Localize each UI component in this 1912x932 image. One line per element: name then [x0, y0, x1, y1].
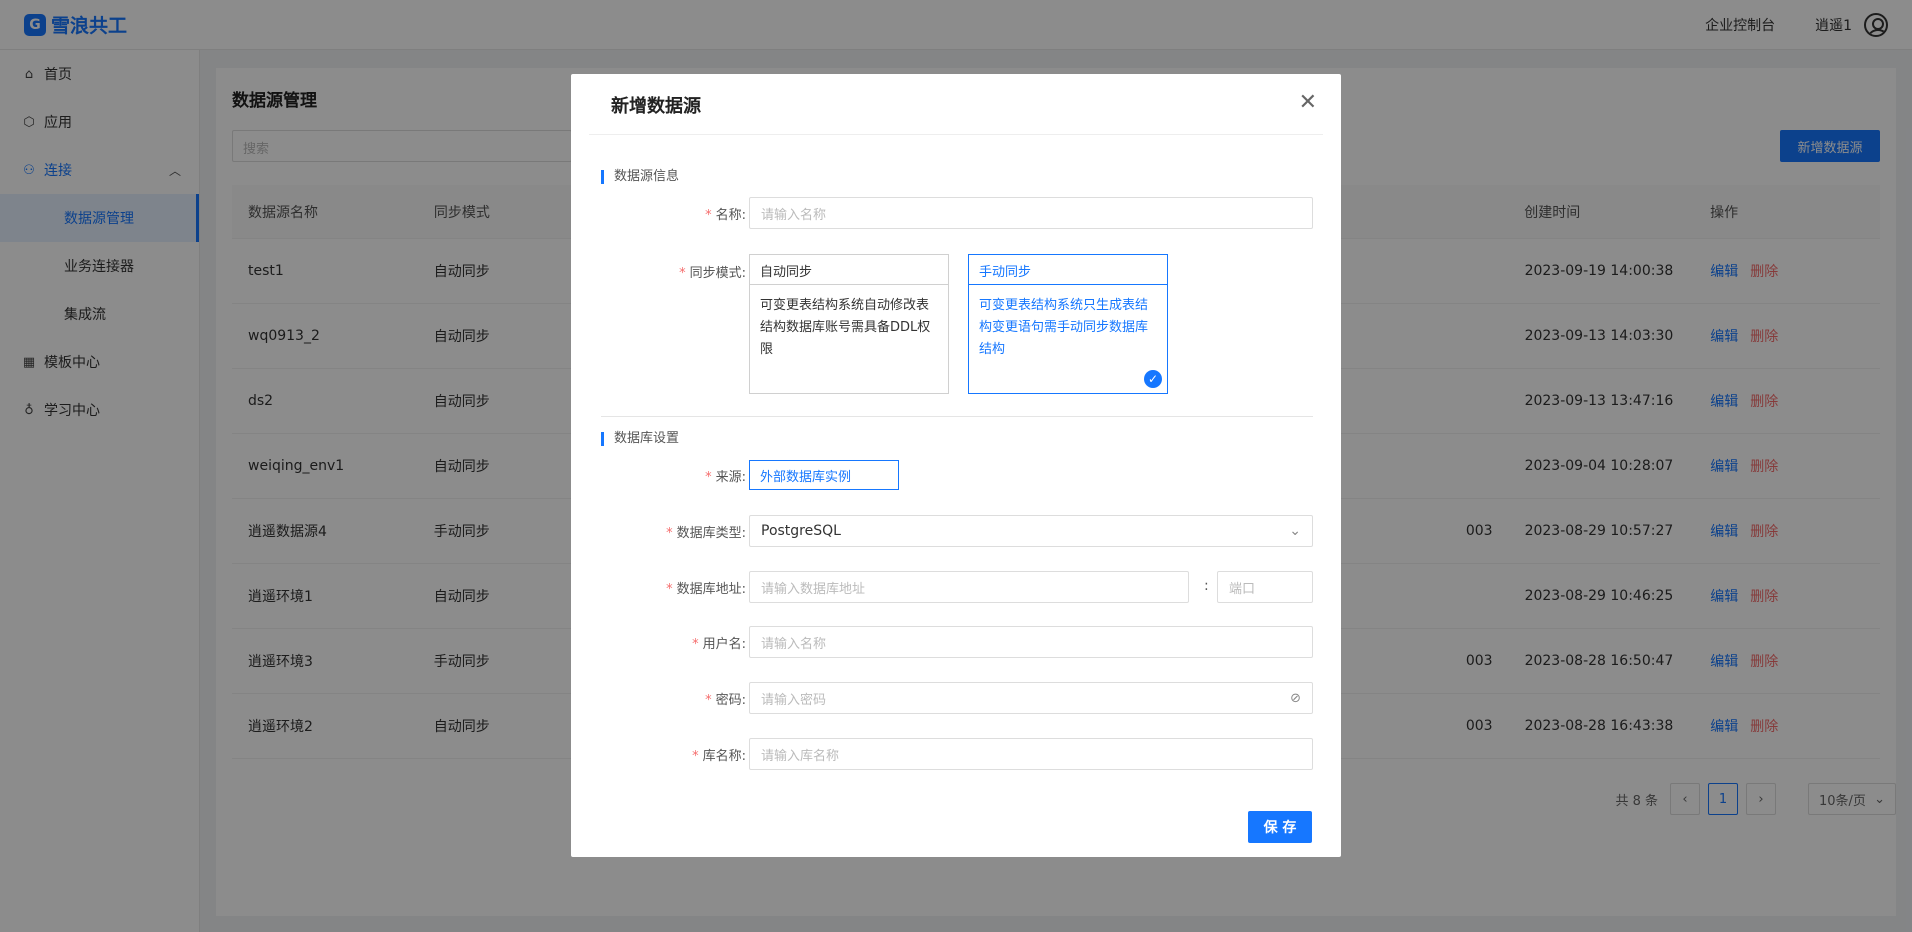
eye-off-icon[interactable]: ⊘ [1290, 691, 1301, 706]
name-label: * 名称: [705, 208, 746, 223]
auto-sync-desc: 可变更表结构系统自动修改表结构数据库账号需具备DDL权限 [760, 298, 931, 357]
auto-sync-title: 自动同步 [750, 255, 948, 285]
username-label: * 用户名: [692, 637, 746, 652]
manual-sync-desc: 可变更表结构系统只生成表结构变更语句需手动同步数据库结构 [979, 298, 1149, 357]
modal-title: 新增数据源 [611, 96, 701, 117]
password-label: * 密码: [705, 693, 746, 708]
db-type-label: * 数据库类型: [666, 526, 746, 541]
db-address-label: * 数据库地址: [666, 582, 746, 597]
db-type-select[interactable]: PostgreSQL ⌄ [749, 515, 1313, 547]
dbname-field[interactable]: 请输入库名称 [749, 738, 1313, 770]
manual-sync-card[interactable]: 手动同步 可变更表结构系统只生成表结构变更语句需手动同步数据库结构 ✓ [968, 254, 1168, 394]
password-placeholder: 请输入密码 [761, 692, 827, 708]
check-icon: ✓ [1144, 370, 1162, 388]
section-db-settings: 数据库设置 [601, 432, 679, 446]
username-field[interactable]: 请输入名称 [749, 626, 1313, 658]
section-divider [601, 416, 1313, 417]
modal-divider [589, 134, 1323, 135]
port-separator: : [1204, 578, 1209, 594]
name-field[interactable]: 请输入名称 [749, 197, 1313, 229]
password-field[interactable]: 请输入密码 ⊘ [749, 682, 1313, 714]
manual-sync-title: 手动同步 [969, 255, 1167, 285]
source-option-external[interactable]: 外部数据库实例 [749, 460, 899, 490]
chevron-down-icon: ⌄ [1289, 523, 1301, 539]
db-type-value: PostgreSQL [761, 523, 841, 539]
dbname-label: * 库名称: [692, 749, 746, 764]
sync-mode-label: * 同步模式: [679, 266, 746, 281]
db-address-field[interactable]: 请输入数据库地址 [749, 571, 1189, 603]
save-button[interactable]: 保 存 [1248, 811, 1312, 843]
add-datasource-modal: 新增数据源 ✕ 数据源信息 * 名称: 请输入名称 * 同步模式: 自动同步 可变更… [571, 74, 1341, 857]
auto-sync-card[interactable]: 自动同步 可变更表结构系统自动修改表结构数据库账号需具备DDL权限 [749, 254, 949, 394]
close-icon[interactable]: ✕ [1299, 92, 1317, 114]
source-label: * 来源: [705, 470, 746, 485]
port-field[interactable]: 端口 [1217, 571, 1313, 603]
section-datasource-info: 数据源信息 [601, 170, 679, 184]
